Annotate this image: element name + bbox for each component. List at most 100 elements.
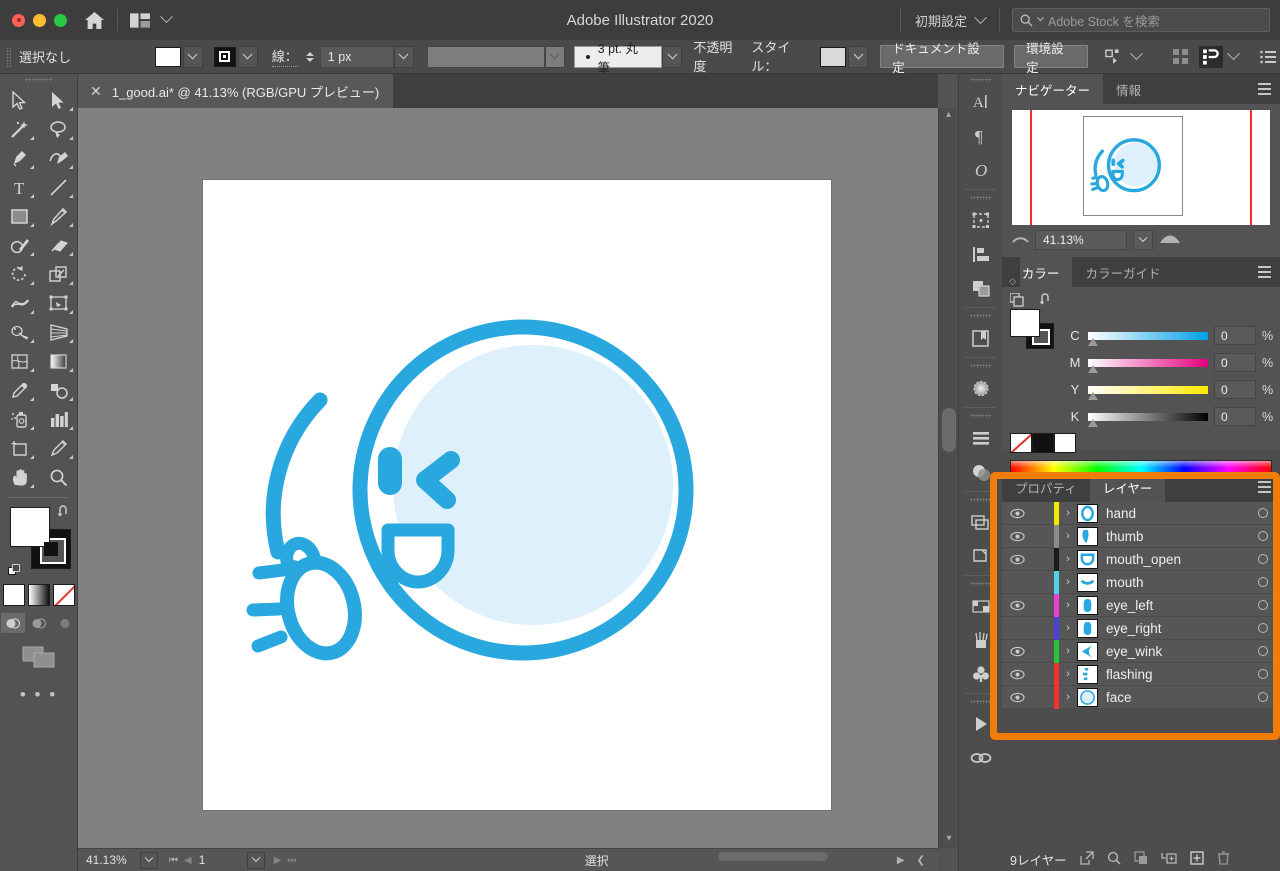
layer-visibility-toggle[interactable]	[1002, 508, 1032, 519]
perspective-grid-tool[interactable]	[39, 318, 78, 347]
maximize-window-button[interactable]	[54, 13, 67, 27]
scroll-down-icon[interactable]: ▾	[939, 832, 959, 846]
pathfinder-panel-icon[interactable]	[959, 271, 1002, 305]
rectangle-tool[interactable]	[0, 202, 39, 231]
eraser-tool[interactable]	[39, 231, 78, 260]
layer-target-circle[interactable]	[1246, 600, 1280, 610]
scale-tool[interactable]	[39, 260, 78, 289]
libraries-panel-icon[interactable]	[959, 321, 1002, 355]
navigator-zoom-input[interactable]: 41.13%	[1035, 230, 1127, 250]
layer-target-circle[interactable]	[1246, 554, 1280, 564]
slice-tool[interactable]	[39, 434, 78, 463]
stroke-color-swatch[interactable]	[213, 46, 236, 67]
free-transform-tool[interactable]	[39, 289, 78, 318]
layer-target-circle[interactable]	[1246, 692, 1280, 702]
tab-color-guide[interactable]: カラーガイド	[1072, 257, 1173, 287]
pen-tool[interactable]	[0, 144, 39, 173]
transform-panel-icon[interactable]	[959, 203, 1002, 237]
table-row[interactable]: › eye_right	[1002, 616, 1280, 640]
rotate-tool[interactable]	[0, 260, 39, 289]
panel-menu-icon[interactable]	[1258, 83, 1271, 98]
last-page-icon[interactable]: ⏭	[284, 855, 299, 866]
table-row[interactable]: › mouth_open	[1002, 547, 1280, 571]
zoom-in-icon[interactable]	[1159, 231, 1181, 249]
close-icon[interactable]: ✕	[90, 84, 102, 98]
stroke-dropdown-button[interactable]	[237, 45, 258, 68]
table-row[interactable]: › thumb	[1002, 524, 1280, 548]
swap-fill-stroke-icon[interactable]	[57, 505, 71, 522]
swap-colors-icon[interactable]	[1038, 293, 1053, 311]
create-new-layer-icon[interactable]	[1189, 850, 1204, 868]
layer-name[interactable]: thumb	[1106, 529, 1246, 544]
eyedropper-tool[interactable]	[0, 376, 39, 405]
brush-definition-field[interactable]: 3 pt. 丸筆	[573, 42, 663, 75]
dock-grip[interactable]	[959, 696, 1002, 707]
appearance-panel-icon[interactable]	[959, 505, 1002, 539]
gradient-mode-button[interactable]	[27, 584, 50, 606]
yellow-value-input[interactable]: 0	[1214, 380, 1256, 399]
artboard-tool[interactable]	[0, 434, 39, 463]
search-layer-icon[interactable]	[1107, 851, 1121, 868]
black-slider[interactable]	[1088, 412, 1208, 427]
collapse-panel-icon[interactable]: ◇	[1009, 276, 1016, 287]
zoom-level-field[interactable]: 41.13%	[78, 853, 140, 867]
dock-grip[interactable]	[959, 310, 1002, 321]
dock-grip[interactable]	[959, 494, 1002, 505]
screen-mode-button[interactable]	[0, 645, 77, 669]
layer-target-circle[interactable]	[1246, 508, 1280, 518]
table-row[interactable]: › eye_wink	[1002, 639, 1280, 663]
layer-name[interactable]: flashing	[1106, 667, 1246, 682]
workspace-switcher[interactable]: 初期設定	[901, 10, 999, 30]
transparency-panel-icon[interactable]	[959, 455, 1002, 489]
locate-object-icon[interactable]	[1079, 850, 1094, 868]
table-row[interactable]: › hand	[1002, 501, 1280, 525]
home-icon[interactable]	[83, 9, 105, 31]
scrollbar-thumb[interactable]	[942, 408, 956, 452]
layer-target-circle[interactable]	[1246, 623, 1280, 633]
layer-name[interactable]: eye_wink	[1106, 644, 1246, 659]
layer-visibility-toggle[interactable]	[1002, 692, 1032, 703]
zoom-out-icon[interactable]	[1012, 231, 1029, 249]
control-bar-grip[interactable]	[6, 46, 11, 67]
blend-tool[interactable]	[39, 376, 78, 405]
magenta-slider[interactable]	[1088, 358, 1208, 373]
navigator-zoom-dropdown[interactable]	[1133, 230, 1153, 250]
arrange-icon[interactable]	[1199, 45, 1224, 68]
fill-dropdown-button[interactable]	[182, 45, 203, 68]
layer-target-circle[interactable]	[1246, 577, 1280, 587]
none-mode-button[interactable]	[52, 584, 75, 606]
symbols-panel-icon[interactable]	[959, 657, 1002, 691]
stroke-panel-icon[interactable]	[959, 421, 1002, 455]
page-number-field[interactable]: 1	[194, 853, 247, 867]
default-fill-stroke-icon[interactable]	[8, 564, 21, 577]
first-page-icon[interactable]: ⏮	[166, 855, 181, 866]
layer-expand-icon[interactable]: ›	[1059, 507, 1077, 519]
shaper-tool[interactable]	[0, 231, 39, 260]
panel-menu-icon[interactable]	[1258, 481, 1271, 496]
graphic-styles-panel-icon[interactable]	[959, 539, 1002, 573]
layer-expand-icon[interactable]: ›	[1059, 553, 1077, 565]
magic-wand-tool[interactable]	[0, 115, 39, 144]
tab-properties[interactable]: プロパティ	[1002, 472, 1090, 502]
layer-expand-icon[interactable]: ›	[1059, 645, 1077, 657]
stroke-profile-dropdown[interactable]	[544, 45, 565, 68]
layer-name[interactable]: hand	[1106, 506, 1246, 521]
none-swatch[interactable]	[1010, 433, 1032, 453]
layer-name[interactable]: mouth	[1106, 575, 1246, 590]
white-swatch[interactable]	[1054, 433, 1076, 453]
prev-page-icon[interactable]: ◀	[181, 855, 195, 866]
table-row[interactable]: › flashing	[1002, 662, 1280, 686]
width-tool[interactable]	[0, 289, 39, 318]
align-panel-icon[interactable]	[959, 237, 1002, 271]
tab-layers[interactable]: レイヤー	[1089, 472, 1166, 502]
canvas-horizontal-scrollbar-thumb[interactable]	[718, 852, 828, 861]
layer-expand-icon[interactable]: ›	[1059, 622, 1077, 634]
layer-visibility-toggle[interactable]	[1002, 646, 1032, 657]
make-clipping-mask-icon[interactable]	[1133, 850, 1148, 868]
layer-name[interactable]: mouth_open	[1106, 552, 1246, 567]
document-setup-button[interactable]: ドキュメント設定	[880, 42, 1005, 75]
draw-behind-button[interactable]	[27, 613, 51, 633]
navigator-view-box[interactable]	[1083, 116, 1183, 216]
fill-color-swatch[interactable]	[154, 46, 181, 67]
table-row[interactable]: › eye_left	[1002, 593, 1280, 617]
